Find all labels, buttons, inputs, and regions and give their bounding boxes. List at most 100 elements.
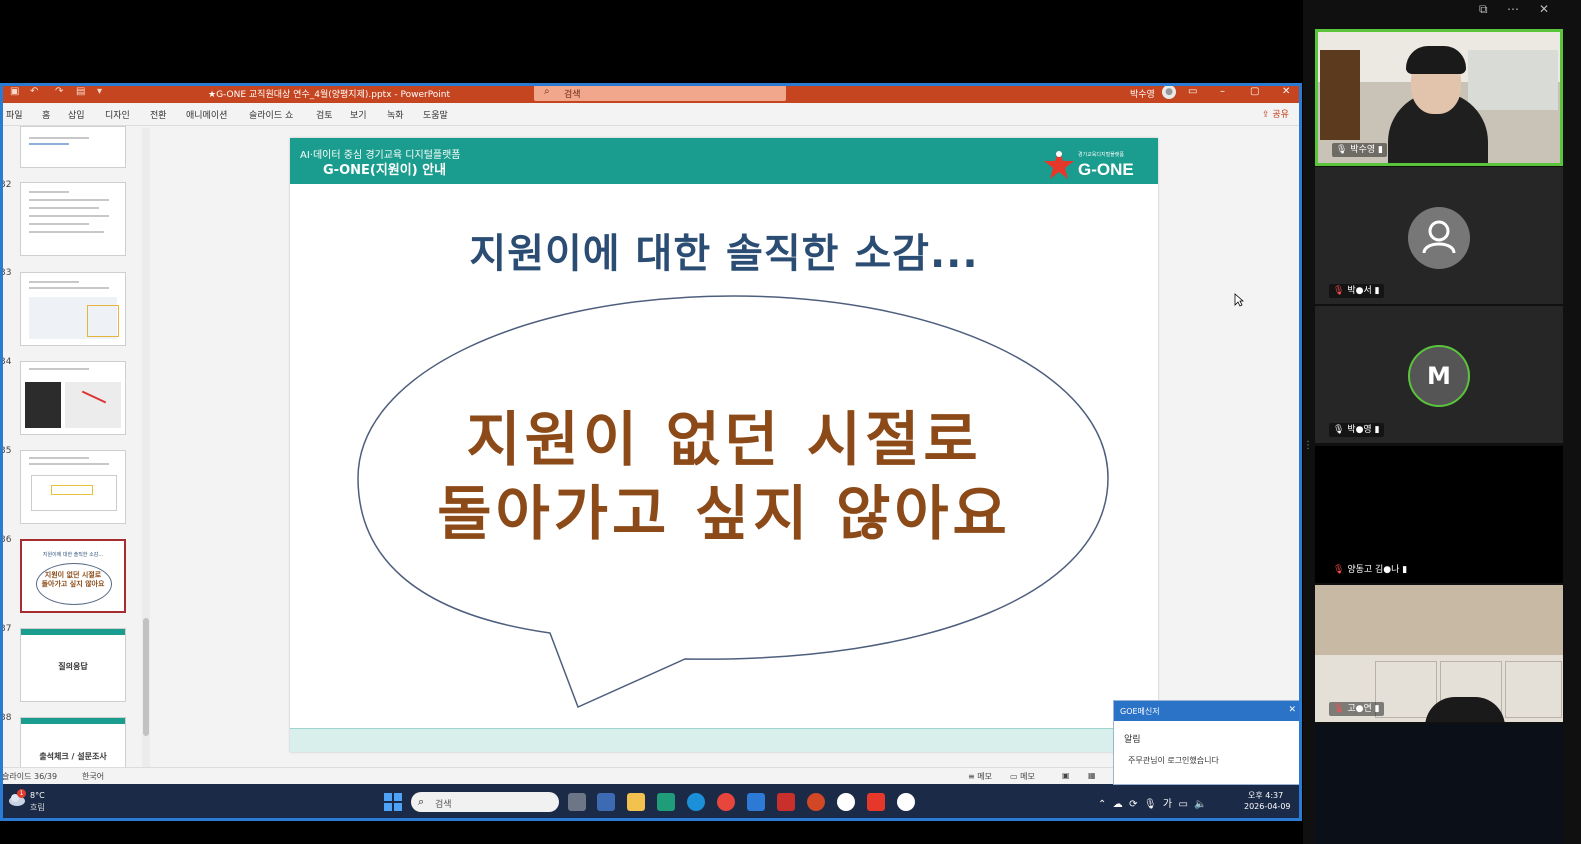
redo-icon[interactable]: ↷ xyxy=(55,86,63,97)
comments-button[interactable]: ▭ 메모 xyxy=(1010,771,1035,782)
thumbnail-bubble-text: 지원이 없던 시절로 돌아가고 싶지 않아요 xyxy=(41,571,105,588)
shared-screen: ▣ ↶ ↷ ▤ ▾ ★G-ONE 교직원대상 연수_4월(양평지제).pptx … xyxy=(0,83,1302,821)
participants-panel: ⧉ ⋯ ✕ 🎙 박수영 ▮ 🎙 박●서 ▮ M 🎙 박●영 ▮ 🎙 양동고 김●… xyxy=(1303,0,1581,844)
slide-thumbnail[interactable] xyxy=(20,182,126,256)
chevron-up-icon[interactable]: ⌃ xyxy=(1098,799,1106,810)
clock-date[interactable]: 2026-04-09 xyxy=(1244,802,1291,811)
tab-view[interactable]: 보기 xyxy=(350,108,367,121)
ribbon-display-icon[interactable]: ▭ xyxy=(1188,86,1197,97)
minimize-icon[interactable]: – xyxy=(1220,86,1225,97)
mouse-cursor-icon xyxy=(1234,293,1244,307)
network-icon[interactable]: ☁ xyxy=(1113,799,1123,810)
maximize-icon[interactable]: ▢ xyxy=(1250,86,1259,97)
search-icon: ⌕ xyxy=(544,86,550,97)
clock-time[interactable]: 오후 4:37 xyxy=(1248,790,1283,801)
slide-thumbnail[interactable] xyxy=(20,126,126,168)
thumbnail-label: 출석체크 / 설문조사 xyxy=(39,752,107,761)
slide-thumbnail[interactable] xyxy=(20,361,126,435)
sync-icon[interactable]: ⟳ xyxy=(1129,799,1137,810)
thumbnail-scrollbar[interactable] xyxy=(142,128,150,768)
close-icon[interactable]: ✕ xyxy=(1288,705,1296,715)
meeting-app-icon[interactable] xyxy=(837,793,855,811)
slide-canvas[interactable]: AI·데이터 중심 경기교육 디지털플랫폼 G-ONE(지원이) 안내 경기교육… xyxy=(290,138,1158,752)
normal-view-icon[interactable]: ▣ xyxy=(1062,771,1070,780)
g-one-logo: 경기교육디지털플랫폼 G-ONE xyxy=(1042,146,1152,182)
notes-button[interactable]: ≡ 메모 xyxy=(968,771,992,782)
file-explorer-icon[interactable] xyxy=(627,793,645,811)
messenger-notification[interactable]: GOE메신저 ✕ 알림 주무관님이 로그인했습니다 xyxy=(1113,700,1302,785)
tab-insert[interactable]: 삽입 xyxy=(68,108,85,121)
undo-icon[interactable]: ↶ xyxy=(30,86,38,97)
weather-badge: 1 xyxy=(17,789,26,798)
slide-footer-band xyxy=(290,728,1158,752)
participant-tile[interactable]: 🎙 고●연 ▮ xyxy=(1315,585,1563,722)
language-indicator[interactable]: 한국어 xyxy=(82,771,104,782)
slide-number: 36 xyxy=(0,535,12,545)
share-button[interactable]: ⇪ 공유 xyxy=(1262,107,1289,120)
g-one-app-icon[interactable] xyxy=(867,793,885,811)
tab-help[interactable]: 도움말 xyxy=(423,108,448,121)
slide-number: 32 xyxy=(0,180,12,190)
clock-app-icon[interactable] xyxy=(897,793,915,811)
chrome-browser-icon[interactable] xyxy=(717,793,735,811)
messenger-header: GOE메신저 ✕ xyxy=(1114,701,1302,721)
star-runner-icon xyxy=(1044,150,1074,179)
pdf-app-icon[interactable] xyxy=(777,793,795,811)
tab-review[interactable]: 검토 xyxy=(316,108,333,121)
logo-text: G-ONE xyxy=(1078,160,1134,179)
tab-design[interactable]: 디자인 xyxy=(105,108,130,121)
microphone-icon[interactable]: 🎙 xyxy=(1144,799,1157,810)
more-options-icon[interactable]: ⋯ xyxy=(1507,2,1519,16)
powerpoint-app-icon[interactable] xyxy=(807,793,825,811)
save-icon[interactable]: ▣ xyxy=(10,86,19,97)
slide-number: 38 xyxy=(0,713,12,723)
panel-resize-handle[interactable]: ⋮ xyxy=(1303,440,1313,460)
close-icon[interactable]: ✕ xyxy=(1539,2,1549,16)
slide-number: 34 xyxy=(0,357,12,367)
weather-temp[interactable]: 8°C xyxy=(30,791,45,800)
tab-file[interactable]: 파일 xyxy=(6,108,23,121)
customize-qat-icon[interactable]: ▾ xyxy=(97,86,102,97)
edge-browser-icon[interactable] xyxy=(687,793,705,811)
excel-app-icon[interactable] xyxy=(657,793,675,811)
slide-thumbnail[interactable]: 질의응답 xyxy=(20,628,126,702)
document-title: ★G-ONE 교직원대상 연수_4월(양평지제).pptx - PowerPoi… xyxy=(208,90,451,100)
slide-thumbnail-pane: 32 33 34 35 36 지원이에 대한 솔직한 소감... 지원이 없던 … xyxy=(0,126,152,791)
tab-animations[interactable]: 애니메이션 xyxy=(186,108,227,121)
account-name[interactable]: 박수영 xyxy=(1130,87,1155,100)
participant-tile[interactable]: 🎙 양동고 김●나 ▮ xyxy=(1315,446,1563,583)
slide-thumbnail[interactable] xyxy=(20,450,126,524)
slide-scrollbar[interactable] xyxy=(1290,128,1300,768)
slide-thumbnail-selected[interactable]: 지원이에 대한 솔직한 소감... 지원이 없던 시절로 돌아가고 싶지 않아요 xyxy=(20,539,126,613)
tab-transitions[interactable]: 전환 xyxy=(150,108,167,121)
close-icon[interactable]: ✕ xyxy=(1282,86,1290,97)
popout-icon[interactable]: ⧉ xyxy=(1479,2,1488,17)
tab-slideshow[interactable]: 슬라이드 쇼 xyxy=(249,108,293,121)
empty-tile xyxy=(1315,724,1563,844)
slide-thumbnail[interactable] xyxy=(20,272,126,346)
participant-avatar: M xyxy=(1408,345,1470,407)
ppt-search-input[interactable]: ⌕ 검색 xyxy=(534,85,786,101)
participant-tile[interactable]: M 🎙 박●영 ▮ xyxy=(1315,306,1563,443)
logo-subtext: 경기교육디지털플랫폼 xyxy=(1078,152,1125,158)
widgets-icon[interactable] xyxy=(597,793,615,811)
task-view-icon[interactable] xyxy=(568,793,586,811)
app-icon[interactable] xyxy=(747,793,765,811)
ime-indicator[interactable]: 가 xyxy=(1163,799,1172,810)
tab-record[interactable]: 녹화 xyxy=(387,108,404,121)
account-avatar-icon[interactable]: ● xyxy=(1162,85,1176,99)
start-windows-icon[interactable] xyxy=(384,793,402,811)
tab-home[interactable]: 홈 xyxy=(42,108,50,121)
taskbar-search-input[interactable]: ⌕ 검색 xyxy=(411,792,559,812)
weather-desc[interactable]: 흐림 xyxy=(30,802,45,813)
present-icon[interactable]: ▤ xyxy=(76,86,85,97)
volume-icon[interactable]: 🔈 xyxy=(1194,799,1206,810)
monitor-icon[interactable]: ▭ xyxy=(1178,799,1187,810)
participant-tile[interactable]: 🎙 박수영 ▮ xyxy=(1315,29,1563,166)
comments-label: 메모 xyxy=(1020,772,1035,781)
muted-mic-icon: 🎙 xyxy=(1333,565,1345,575)
participant-tile[interactable]: 🎙 박●서 ▮ xyxy=(1315,167,1563,304)
slide-position: 슬라이드 36/39 xyxy=(2,772,58,781)
slide-header-title: G-ONE(지원이) 안내 xyxy=(323,163,447,178)
sorter-view-icon[interactable]: ▦ xyxy=(1088,771,1096,780)
